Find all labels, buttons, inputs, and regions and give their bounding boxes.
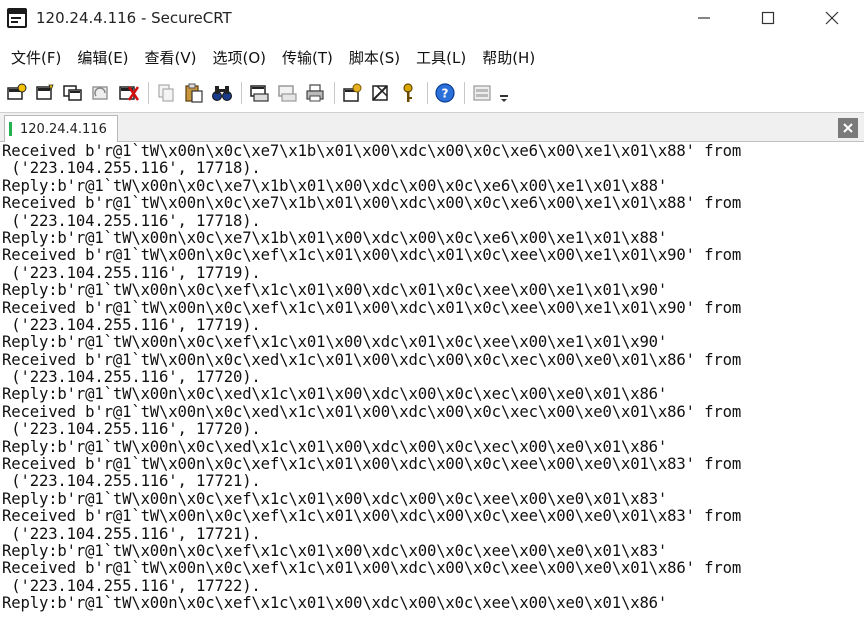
terminal-line: Received b'r@1`tW\x00n\x0c\xed\x1c\x01\x… <box>2 402 742 421</box>
tab-label: 120.24.4.116 <box>20 121 107 137</box>
close-button[interactable] <box>800 0 864 36</box>
copy-icon <box>158 84 174 102</box>
quick-connect-icon <box>36 84 54 100</box>
terminal-line: Reply:b'r@1`tW\x00n\x0c\xe7\x1b\x01\x00\… <box>2 176 668 195</box>
title-bar: 120.24.4.116 - SecureCRT <box>0 0 864 36</box>
help-icon: ? <box>435 83 455 103</box>
terminal-line: Received b'r@1`tW\x00n\x0c\xe7\x1b\x01\x… <box>2 194 742 213</box>
toolbar-separator <box>148 82 149 104</box>
chevron-down-icon <box>500 95 508 102</box>
terminal-line: Received b'r@1`tW\x00n\x0c\xed\x1c\x01\x… <box>2 350 742 369</box>
menu-view[interactable]: 查看(V) <box>137 43 205 72</box>
print-icon <box>250 85 269 102</box>
printer-button[interactable] <box>302 80 328 106</box>
close-icon <box>843 123 853 133</box>
minimize-button[interactable] <box>672 0 736 36</box>
terminal-line: ('223.104.255.116', 17721). <box>2 472 261 491</box>
menu-options[interactable]: 选项(O) <box>205 43 275 72</box>
maximize-button[interactable] <box>736 0 800 36</box>
session-options-icon <box>343 83 362 102</box>
session-options-button[interactable] <box>339 80 365 106</box>
print-selection-button[interactable] <box>274 80 300 106</box>
terminal-line: ('223.104.255.116', 17718). <box>2 159 261 178</box>
svg-text:?: ? <box>442 87 449 101</box>
paste-icon <box>185 83 203 103</box>
terminal-line: Reply:b'r@1`tW\x00n\x0c\xef\x1c\x01\x00\… <box>2 333 668 352</box>
binoculars-icon <box>212 86 232 101</box>
toolbar: ? <box>0 78 864 108</box>
terminal-line: Received b'r@1`tW\x00n\x0c\xef\x1c\x01\x… <box>2 246 742 265</box>
reconnect-icon <box>92 86 108 100</box>
toolbar-separator <box>464 82 465 104</box>
print-selection-icon <box>278 85 297 102</box>
toolbar-separator <box>427 82 428 104</box>
terminal-line: ('223.104.255.116', 17719). <box>2 263 261 282</box>
menu-bar: 文件(F) 编辑(E) 查看(V) 选项(O) 传输(T) 脚本(S) 工具(L… <box>0 42 864 72</box>
terminal-line: ('223.104.255.116', 17718). <box>2 211 261 230</box>
terminal-line: Reply:b'r@1`tW\x00n\x0c\xed\x1c\x01\x00\… <box>2 437 668 456</box>
connect-icon <box>7 83 27 100</box>
copy-button[interactable] <box>153 80 179 106</box>
global-options-button[interactable] <box>367 80 393 106</box>
keymap-key-button[interactable] <box>395 80 421 106</box>
toolbar-overflow-button[interactable] <box>497 80 511 106</box>
window-controls <box>672 0 864 36</box>
tab-session[interactable]: 120.24.4.116 <box>4 115 118 142</box>
toolbar-separator <box>334 82 335 104</box>
menu-edit[interactable]: 编辑(E) <box>69 43 136 72</box>
terminal-line: Reply:b'r@1`tW\x00n\x0c\xed\x1c\x01\x00\… <box>2 385 668 404</box>
find-button[interactable] <box>209 80 235 106</box>
maximize-icon <box>761 11 775 25</box>
terminal-line: Received b'r@1`tW\x00n\x0c\xe7\x1b\x01\x… <box>2 143 742 160</box>
menu-tools[interactable]: 工具(L) <box>408 43 474 72</box>
terminal-line: ('223.104.255.116', 17720). <box>2 420 261 439</box>
terminal-line: Reply:b'r@1`tW\x00n\x0c\xef\x1c\x01\x00\… <box>2 594 668 613</box>
terminal-line: ('223.104.255.116', 17720). <box>2 368 261 387</box>
terminal-line: Received b'r@1`tW\x00n\x0c\xef\x1c\x01\x… <box>2 507 742 526</box>
connect-in-tab-icon <box>63 85 82 101</box>
help-button[interactable]: ? <box>432 80 458 106</box>
connect-button[interactable] <box>4 80 30 106</box>
disconnect-icon <box>119 86 140 101</box>
close-icon <box>825 11 839 25</box>
terminal-line: ('223.104.255.116', 17719). <box>2 315 261 334</box>
reconnect-button[interactable] <box>88 80 114 106</box>
terminal-line: Reply:b'r@1`tW\x00n\x0c\xe7\x1b\x01\x00\… <box>2 228 668 247</box>
toolbar-separator <box>241 82 242 104</box>
connect-in-tab-button[interactable] <box>60 80 86 106</box>
quick-connect-button[interactable] <box>32 80 58 106</box>
menu-file[interactable]: 文件(F) <box>3 43 69 72</box>
securecrt-app-icon[interactable] <box>6 7 28 29</box>
menu-script[interactable]: 脚本(S) <box>341 43 408 72</box>
menu-help[interactable]: 帮助(H) <box>474 43 543 72</box>
terminal-output[interactable]: Received b'r@1`tW\x00n\x0c\xe7\x1b\x01\x… <box>0 143 864 636</box>
global-options-icon <box>372 85 388 101</box>
terminal-line: Reply:b'r@1`tW\x00n\x0c\xef\x1c\x01\x00\… <box>2 541 668 560</box>
terminal-line: ('223.104.255.116', 17721). <box>2 524 261 543</box>
window-title: 120.24.4.116 - SecureCRT <box>36 9 232 27</box>
disconnect-button[interactable] <box>116 80 142 106</box>
menu-transfer[interactable]: 传输(T) <box>274 43 341 72</box>
terminal-line: Reply:b'r@1`tW\x00n\x0c\xef\x1c\x01\x00\… <box>2 281 668 300</box>
terminal-line: Received b'r@1`tW\x00n\x0c\xef\x1c\x01\x… <box>2 455 742 474</box>
keymap-icon <box>473 85 491 101</box>
terminal-line: ('223.104.255.116', 17722). <box>2 576 261 595</box>
printer-icon <box>306 84 324 102</box>
connection-status-indicator <box>9 122 12 136</box>
close-tab-button[interactable] <box>838 118 858 138</box>
terminal-line: Reply:b'r@1`tW\x00n\x0c\xef\x1c\x01\x00\… <box>2 489 668 508</box>
paste-button[interactable] <box>181 80 207 106</box>
terminal-line: Received b'r@1`tW\x00n\x0c\xef\x1c\x01\x… <box>2 298 742 317</box>
terminal-line: Received b'r@1`tW\x00n\x0c\xef\x1c\x01\x… <box>2 559 742 578</box>
session-tab-strip: 120.24.4.116 <box>0 112 864 142</box>
minimize-icon <box>698 17 710 19</box>
print-screen-button[interactable] <box>246 80 272 106</box>
keymap-editor-button[interactable] <box>469 80 495 106</box>
key-icon <box>403 83 413 102</box>
